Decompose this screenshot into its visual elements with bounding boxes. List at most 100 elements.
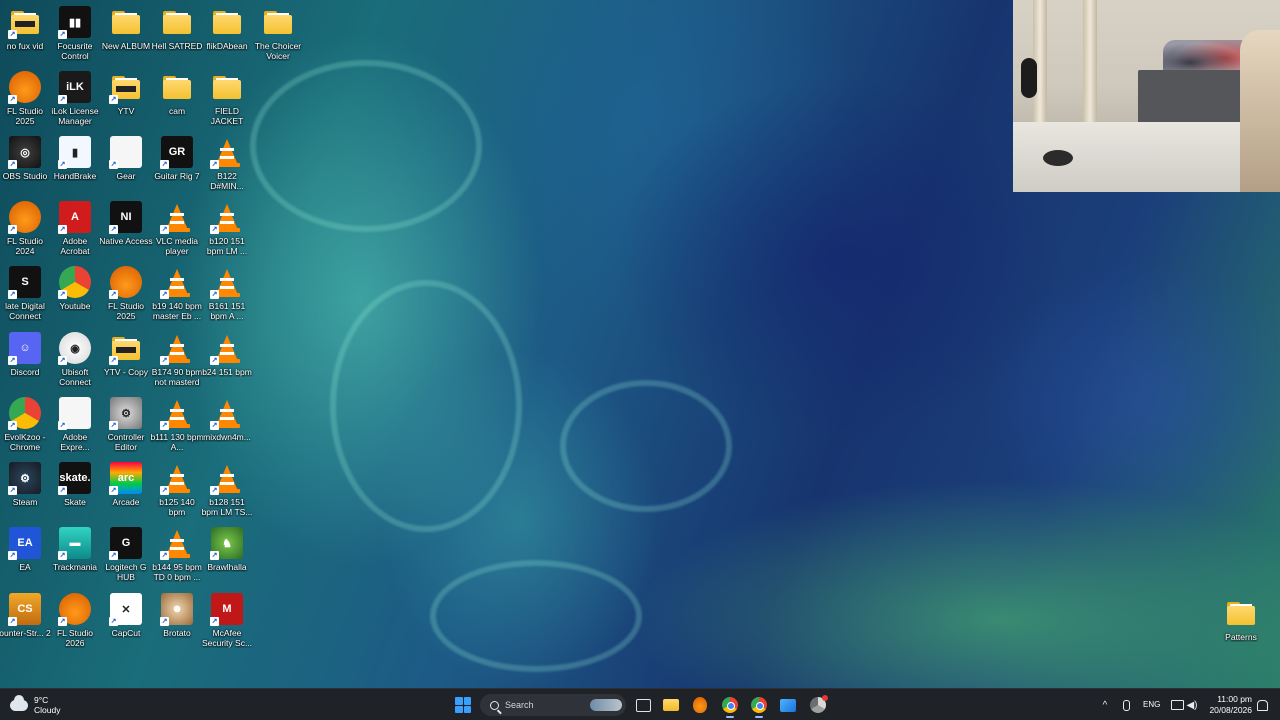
desktop-icon-label: Controller Editor xyxy=(107,432,145,452)
desktop-icon-label: FL Studio 2025 xyxy=(107,301,145,321)
chrome-taskbar-button-2[interactable] xyxy=(747,693,771,718)
desktop-icon[interactable]: ↗ no fux vid xyxy=(0,6,52,72)
desktop-icon[interactable]: ↗ Youtube xyxy=(48,266,102,332)
task-view-button[interactable] xyxy=(631,693,655,717)
fl-studio-taskbar-button[interactable] xyxy=(688,693,712,717)
desktop-icon[interactable]: The Choicer Voicer xyxy=(251,6,305,72)
shortcut-arrow-icon: ↗ xyxy=(109,421,118,430)
desktop-icon[interactable]: NI ↗ Native Access xyxy=(99,201,153,267)
start-button[interactable] xyxy=(451,693,475,717)
chrome-taskbar-button[interactable] xyxy=(718,693,742,718)
clock[interactable]: 11:00 pm 20/08/2026 xyxy=(1206,694,1252,716)
desktop-icon[interactable]: New ALBUM xyxy=(99,6,153,72)
desktop-icon[interactable]: ↗ b24 151 bpm xyxy=(200,332,254,398)
vlc-icon: ↗ xyxy=(160,397,193,430)
desktop-icon[interactable]: M ↗ McAfee Security Sc... xyxy=(200,593,254,659)
desktop-icon[interactable]: ✕ ↗ CapCut xyxy=(99,593,153,659)
desktop-icon[interactable]: ⚙ ↗ Steam xyxy=(0,462,52,528)
desktop-icon-label: Focusrite Control xyxy=(57,41,93,61)
desktop-icon[interactable]: ↗ Adobe Expre... xyxy=(48,397,102,463)
desktop-icon-label: HandBrake xyxy=(53,171,97,181)
desktop-icon[interactable]: skate. ↗ Skate xyxy=(48,462,102,528)
desktop-icon[interactable]: S ↗ late Digital Connect xyxy=(0,266,52,332)
desktop-icon[interactable]: ▬ ↗ Trackmania xyxy=(48,527,102,593)
desktop-icon[interactable]: ⚙ ↗ Controller Editor xyxy=(99,397,153,463)
desktop-icon[interactable]: ☺ ↗ Discord xyxy=(0,332,52,398)
desktop-icon[interactable]: cam xyxy=(150,71,204,137)
desktop-icon[interactable]: A ↗ Adobe Acrobat xyxy=(48,201,102,267)
photos-taskbar-button[interactable] xyxy=(776,693,800,717)
desktop-icon[interactable]: ↗ mixdwn4m... xyxy=(200,397,254,463)
desktop-icon[interactable]: ↗ B174 90 bpm not masterd xyxy=(150,332,204,398)
volume-icon[interactable]: ◀) xyxy=(1184,697,1200,713)
desktop-icon[interactable]: GR ↗ Guitar Rig 7 xyxy=(150,136,204,202)
desktop-icon-label: The Choicer Voicer xyxy=(254,41,302,61)
desktop-icon[interactable]: EA ↗ EA xyxy=(0,527,52,593)
desktop-icon[interactable]: G ↗ Logitech G HUB xyxy=(99,527,153,593)
shortcut-arrow-icon: ↗ xyxy=(160,160,169,169)
video-folder-icon: ↗ xyxy=(109,71,142,104)
desktop-icon[interactable]: iLK ↗ iLok License Manager xyxy=(48,71,102,137)
desktop-icon-label: New ALBUM xyxy=(101,41,151,51)
chevron-up-icon[interactable]: ^ xyxy=(1097,697,1113,713)
notification-icon[interactable] xyxy=(1254,697,1270,713)
microphone-icon[interactable] xyxy=(1118,697,1134,713)
desktop-icon-label: Ubisoft Connect xyxy=(59,367,91,387)
desktop-icon[interactable]: ↗ FL Studio 2025 xyxy=(99,266,153,332)
desktop-icon[interactable]: ↗ b111 130 bpm A... xyxy=(150,397,204,463)
desktop-icon-patterns[interactable]: Patterns xyxy=(1214,597,1268,663)
desktop-icon[interactable]: ♞ ↗ Brawlhalla xyxy=(200,527,254,593)
desktop-icon[interactable]: ↗ B161 151 bpm A ... xyxy=(200,266,254,332)
desktop-icon-label: Adobe Expre... xyxy=(60,432,90,452)
desktop-icon[interactable]: ▮ ↗ HandBrake xyxy=(48,136,102,202)
chrome-canary-taskbar-button[interactable] xyxy=(806,693,830,717)
desktop-icon[interactable]: ▮▮ ↗ Focusrite Control xyxy=(48,6,102,72)
desktop[interactable]: ↗ no fux vid ↗ FL Studio 2025 ◎ ↗ OBS Studio ↗ F… xyxy=(0,0,1280,688)
desktop-icon[interactable]: ↗ VLC media player xyxy=(150,201,204,267)
search-box[interactable]: Search xyxy=(480,694,626,716)
desktop-icon[interactable]: ↗ b128 151 bpm LM TS... xyxy=(200,462,254,528)
shortcut-arrow-icon: ↗ xyxy=(8,421,17,430)
folder-icon xyxy=(1225,597,1257,629)
language-indicator[interactable]: ENG xyxy=(1143,700,1160,709)
file-explorer-button[interactable] xyxy=(659,693,683,717)
desktop-icon[interactable]: ↗ b144 95 bpm TD 0 bpm ... xyxy=(150,527,204,593)
shortcut-arrow-icon: ↗ xyxy=(109,617,118,626)
desktop-icon[interactable]: ↗ FL Studio 2025 xyxy=(0,71,52,137)
desktop-icon-label: b144 95 bpm TD 0 bpm ... xyxy=(152,562,202,582)
shortcut-arrow-icon: ↗ xyxy=(58,30,67,39)
folder-icon xyxy=(211,71,243,103)
desktop-icon[interactable]: ↗ b19 140 bpm master Eb ... xyxy=(150,266,204,332)
desktop-icon[interactable]: ↗ YTV xyxy=(99,71,153,137)
desktop-icon[interactable]: ↗ EvolKzoo - Chrome xyxy=(0,397,52,463)
shortcut-arrow-icon: ↗ xyxy=(160,225,169,234)
desktop-icon[interactable]: ☻ ↗ Brotato xyxy=(150,593,204,659)
desktop-icon[interactable]: CS ↗ ounter-Str... 2 xyxy=(0,593,52,659)
weather-condition: Cloudy xyxy=(34,705,61,715)
desktop-icon[interactable]: ◉ ↗ Ubisoft Connect xyxy=(48,332,102,398)
desktop-icon[interactable]: ◎ ↗ OBS Studio xyxy=(0,136,52,202)
desktop-icon[interactable]: Hell SATRED xyxy=(150,6,204,72)
video-folder-icon: ↗ xyxy=(8,6,41,39)
desktop-icon[interactable]: arc ↗ Arcade xyxy=(99,462,153,528)
desktop-icon-label: FL Studio 2024 xyxy=(6,236,44,256)
vlc-icon: ↗ xyxy=(160,266,193,299)
desktop-icon[interactable]: ↗ b125 140 bpm xyxy=(150,462,204,528)
shortcut-arrow-icon: ↗ xyxy=(160,356,169,365)
desktop-icon[interactable]: ↗ YTV - Copy xyxy=(99,332,153,398)
desktop-icon[interactable]: ↗ B122 D#MIN... xyxy=(200,136,254,202)
chrome-icon xyxy=(722,697,738,713)
desktop-icon[interactable]: flikDAbean xyxy=(200,6,254,72)
desktop-icon[interactable]: ↗ b120 151 bpm LM ... xyxy=(200,201,254,267)
desktop-icon[interactable]: ↗ FL Studio 2024 xyxy=(0,201,52,267)
vlc-icon: ↗ xyxy=(160,201,193,234)
network-icon[interactable] xyxy=(1169,697,1185,713)
desktop-icon[interactable]: FIELD JACKET FILES xyxy=(200,71,254,137)
desktop-icon[interactable]: ↗ Gear xyxy=(99,136,153,202)
desktop-icon-label: Guitar Rig 7 xyxy=(154,171,200,181)
shortcut-arrow-icon: ↗ xyxy=(8,617,17,626)
shortcut-arrow-icon: ↗ xyxy=(109,356,118,365)
desktop-icon[interactable]: ↗ FL Studio 2026 xyxy=(48,593,102,659)
weather-widget[interactable]: 9°C Cloudy xyxy=(10,693,60,717)
shortcut-arrow-icon: ↗ xyxy=(58,356,67,365)
